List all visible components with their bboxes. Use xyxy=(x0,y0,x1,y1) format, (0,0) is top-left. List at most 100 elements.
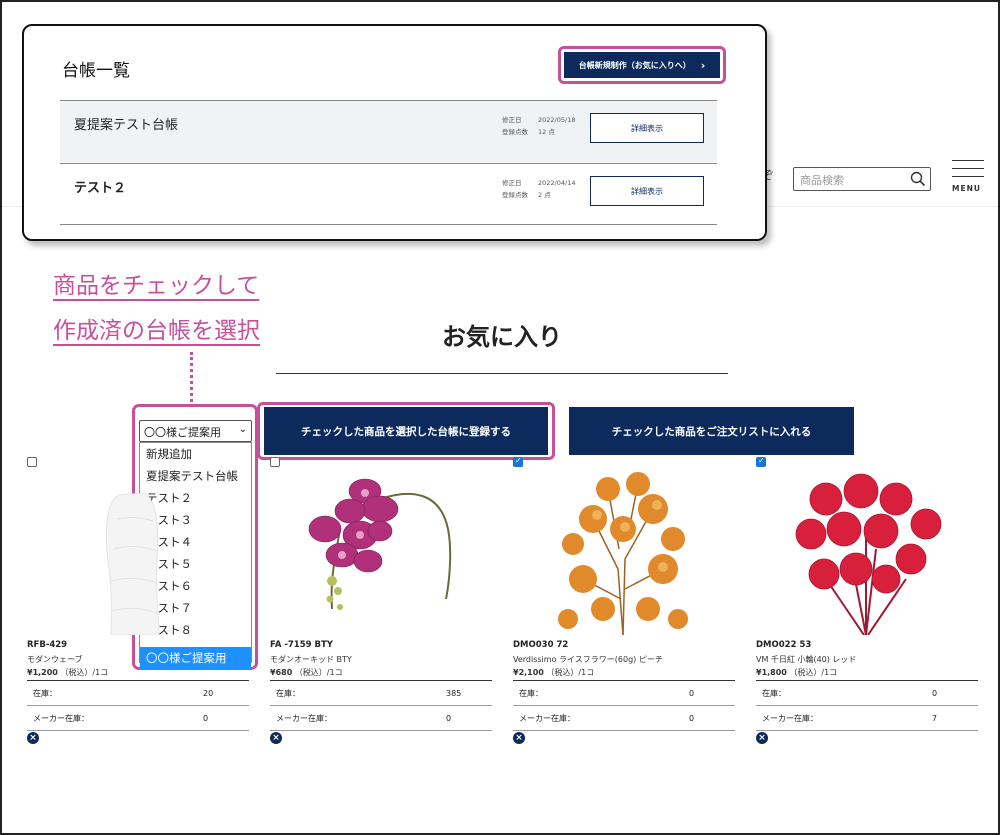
product-code: RFB-429 xyxy=(27,640,68,650)
maker-stock-label: メーカー在庫： xyxy=(519,713,575,723)
product-checkbox[interactable] xyxy=(270,457,280,467)
product-name[interactable]: VM 千日紅 小輪(40) レッド xyxy=(756,654,856,665)
stock-table: 在庫： 20 メーカー在庫： 0 xyxy=(27,680,249,731)
stock-label: 在庫： xyxy=(762,688,786,698)
search-icon[interactable] xyxy=(910,171,926,187)
maker-stock-value: 0 xyxy=(203,713,209,723)
price-suffix: （税込）/1コ xyxy=(789,668,838,677)
annotation-connector xyxy=(190,352,193,402)
page-frame: ぞ 商品検索 MENU 台帳一覧 台帳新規制作（お気に入りへ） › 夏提案テスト… xyxy=(0,0,1000,835)
maker-stock-value: 0 xyxy=(446,713,452,723)
maker-stock-label: メーカー在庫： xyxy=(33,713,89,723)
menu-label: MENU xyxy=(952,184,981,193)
register-to-ledger-button[interactable]: チェックした商品を選択した台帳に登録する xyxy=(264,407,548,455)
hamburger-icon xyxy=(952,160,984,161)
dropdown-option[interactable]: 新規追加 xyxy=(140,443,251,465)
ledger-name: テスト２ xyxy=(74,181,127,196)
product-price: ¥2,100 （税込）/1コ xyxy=(513,667,594,678)
stock-table: 在庫： 0 メーカー在庫： 7 xyxy=(756,680,978,731)
add-to-order-list-button[interactable]: チェックした商品をご注文リストに入れる xyxy=(569,407,854,455)
stock-row: 在庫： 0 xyxy=(513,681,735,706)
product-image-rice-flower[interactable] xyxy=(513,469,735,635)
maker-stock-row: メーカー在庫： 0 xyxy=(270,706,492,731)
product-price: ¥1,200 （税込）/1コ xyxy=(27,667,108,678)
search-placeholder: 商品検索 xyxy=(800,174,844,187)
stock-row: 在庫： 385 xyxy=(270,681,492,706)
product-checkbox[interactable] xyxy=(27,457,37,467)
dropdown-option-selected[interactable]: 〇〇様ご提案用 xyxy=(140,647,251,669)
stock-row: 在庫： 0 xyxy=(756,681,978,706)
modified-label: 修正日 xyxy=(502,116,522,124)
stock-value: 0 xyxy=(932,688,938,698)
detail-button[interactable]: 詳細表示 xyxy=(590,176,704,206)
maker-stock-label: メーカー在庫： xyxy=(762,713,818,723)
ledger-list-title: 台帳一覧 xyxy=(62,61,130,81)
ledger-row: 夏提案テスト台帳 修正日 2022/05/18 登録点数 12 点 詳細表示 xyxy=(60,100,717,162)
maker-stock-label: メーカー在庫： xyxy=(276,713,332,723)
price-value: ¥2,100 xyxy=(513,668,544,677)
menu-button[interactable]: MENU xyxy=(952,160,984,196)
ledger-list-popup: 台帳一覧 台帳新規制作（お気に入りへ） › 夏提案テスト台帳 修正日 2022/0… xyxy=(22,24,767,241)
item-count: 12 点 xyxy=(538,128,555,136)
product-checkbox[interactable] xyxy=(513,456,523,467)
hamburger-icon-bar xyxy=(952,176,984,177)
chevron-right-icon: › xyxy=(700,58,706,72)
product-image-globe-amaranth[interactable] xyxy=(756,469,978,635)
chevron-down-icon: ⌄ xyxy=(238,424,247,435)
stock-value: 385 xyxy=(446,688,462,698)
new-ledger-button[interactable]: 台帳新規制作（お気に入りへ） › xyxy=(564,52,720,78)
product-price: ¥680 （税込）/1コ xyxy=(270,667,343,678)
product-name[interactable]: Verdissimo ライスフラワー(60g) ピーチ xyxy=(513,654,663,665)
maker-stock-row: メーカー在庫： 7 xyxy=(756,706,978,731)
maker-stock-row: メーカー在庫： 0 xyxy=(513,706,735,731)
maker-stock-value: 7 xyxy=(932,713,938,723)
price-value: ¥1,200 xyxy=(27,668,58,677)
price-value: ¥680 xyxy=(270,668,293,677)
modified-date: 2022/05/18 xyxy=(538,116,576,124)
stock-table: 在庫： 0 メーカー在庫： 0 xyxy=(513,680,735,731)
product-code: FA -7159 BTY xyxy=(270,640,333,650)
product-image-orchid[interactable] xyxy=(270,469,492,635)
stock-row: 在庫： 20 xyxy=(27,681,249,706)
page-title: お気に入り xyxy=(442,323,562,351)
count-label: 登録点数 xyxy=(502,128,528,136)
ledger-name: 夏提案テスト台帳 xyxy=(74,118,179,133)
stock-label: 在庫： xyxy=(33,688,57,698)
stock-table: 在庫： 385 メーカー在庫： 0 xyxy=(270,680,492,731)
product-code: DMO022 53 xyxy=(756,640,812,650)
product-image-vase[interactable] xyxy=(27,469,249,635)
search-input[interactable]: 商品検索 xyxy=(793,167,931,191)
stock-label: 在庫： xyxy=(276,688,300,698)
annotation-line: 商品をチェックして xyxy=(53,273,260,299)
remove-icon[interactable]: × xyxy=(27,732,39,744)
product-name[interactable]: モダンウェーブ xyxy=(27,654,83,665)
ledger-meta: 修正日 2022/04/14 登録点数 2 点 xyxy=(502,177,575,201)
item-count: 2 点 xyxy=(538,191,551,199)
count-label: 登録点数 xyxy=(502,191,528,199)
remove-icon[interactable]: × xyxy=(513,732,525,744)
stock-value: 20 xyxy=(203,688,214,698)
ledger-select[interactable]: 〇〇様ご提案用 ⌄ xyxy=(139,420,252,442)
modified-label: 修正日 xyxy=(502,179,522,187)
price-suffix: （税込）/1コ xyxy=(546,668,595,677)
stock-value: 0 xyxy=(689,688,695,698)
product-checkbox[interactable] xyxy=(756,456,766,467)
price-suffix: （税込）/1コ xyxy=(294,668,343,677)
product-code: DMO030 72 xyxy=(513,640,569,650)
hamburger-icon-bar xyxy=(952,168,984,169)
title-underline xyxy=(276,373,728,374)
new-ledger-label: 台帳新規制作（お気に入りへ） xyxy=(578,60,691,70)
modified-date: 2022/04/14 xyxy=(538,179,576,187)
product-name[interactable]: モダンオーキッド BTY xyxy=(270,654,352,665)
stock-label: 在庫： xyxy=(519,688,543,698)
product-price: ¥1,800 （税込）/1コ xyxy=(756,667,837,678)
ledger-meta: 修正日 2022/05/18 登録点数 12 点 xyxy=(502,114,575,138)
price-value: ¥1,800 xyxy=(756,668,787,677)
detail-button[interactable]: 詳細表示 xyxy=(590,113,704,143)
remove-icon[interactable]: × xyxy=(270,732,282,744)
ledger-row: テスト２ 修正日 2022/04/14 登録点数 2 点 詳細表示 xyxy=(60,163,717,225)
maker-stock-value: 0 xyxy=(689,713,695,723)
price-suffix: （税込）/1コ xyxy=(60,668,109,677)
maker-stock-row: メーカー在庫： 0 xyxy=(27,706,249,731)
remove-icon[interactable]: × xyxy=(756,732,768,744)
